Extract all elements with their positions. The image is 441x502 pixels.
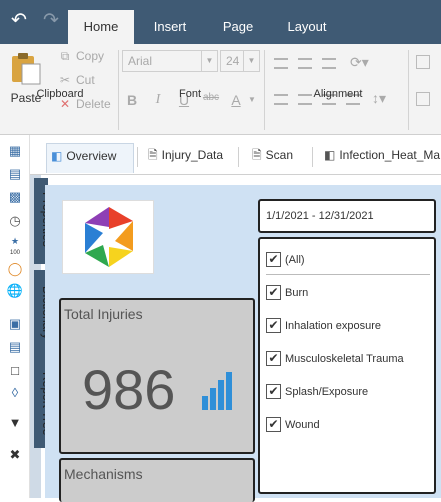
page-icon: ◧ bbox=[324, 148, 336, 162]
shape-icon[interactable]: □ bbox=[6, 362, 24, 380]
page-icon: ◧ bbox=[51, 149, 63, 163]
logo-icon bbox=[85, 207, 133, 267]
tab-home[interactable]: Home bbox=[68, 10, 134, 44]
checkbox[interactable]: ✔ bbox=[266, 285, 281, 300]
align-middle-icon[interactable] bbox=[298, 58, 312, 69]
page-icon: 🗎 bbox=[252, 148, 262, 162]
divider bbox=[118, 50, 119, 130]
indicator-icon[interactable]: ★ 100 bbox=[6, 236, 24, 256]
tab-overview[interactable]: ◧ Overview bbox=[46, 143, 134, 173]
redo-icon[interactable]: ↷ bbox=[40, 10, 62, 32]
tab-label: Injury_Data bbox=[161, 148, 224, 162]
chevron-down-icon: ▼ bbox=[243, 51, 259, 71]
cut-button[interactable]: ✂ Cut bbox=[58, 73, 95, 87]
tab-insert[interactable]: Insert bbox=[140, 10, 200, 44]
font-size-value: 24 bbox=[226, 54, 240, 68]
tools-icon[interactable]: ✖ bbox=[6, 446, 24, 464]
alignment-group-label: Alignment bbox=[313, 88, 363, 100]
font-name-select[interactable]: Arial ▼ bbox=[122, 50, 218, 72]
divider bbox=[238, 147, 239, 167]
tab-label: Scan bbox=[265, 148, 294, 162]
tab-label: Infection_Heat_Ma bbox=[339, 148, 441, 162]
tab-injury-data[interactable]: 🗎 Injury_Data bbox=[144, 143, 223, 173]
gauge-icon[interactable]: ◷ bbox=[6, 212, 24, 230]
chevron-down-icon[interactable]: ▼ bbox=[248, 95, 256, 104]
divider bbox=[408, 50, 409, 130]
rotate-icon[interactable]: ⟳▾ bbox=[350, 54, 369, 71]
mechanisms-title: Mechanisms bbox=[64, 466, 143, 482]
indicator-label: 100 bbox=[9, 250, 20, 256]
cut-label: Cut bbox=[76, 73, 95, 87]
divider bbox=[266, 274, 430, 275]
page-icon: 🗎 bbox=[148, 148, 158, 162]
checkbox[interactable]: ✔ bbox=[266, 318, 281, 333]
kpi-title: Total Injuries bbox=[64, 306, 143, 322]
copy-button[interactable]: ⧉ Copy bbox=[58, 49, 104, 64]
divider bbox=[312, 147, 313, 167]
checkbox[interactable]: ✔ bbox=[266, 384, 281, 399]
line-spacing-icon[interactable]: ↕▾ bbox=[372, 90, 386, 107]
filter-item-label: Musculoskeletal Trauma bbox=[285, 353, 404, 365]
kpi-value: 986 bbox=[82, 358, 176, 421]
signal-bars-icon bbox=[202, 372, 238, 410]
filter-icon[interactable]: ▼ bbox=[6, 414, 24, 432]
logo bbox=[62, 200, 154, 274]
border-icon[interactable] bbox=[416, 55, 430, 69]
date-range-filter[interactable]: 1/1/2021 - 12/31/2021 bbox=[258, 199, 436, 233]
checkbox[interactable]: ✔ bbox=[266, 351, 281, 366]
align-bottom-icon[interactable] bbox=[322, 58, 336, 69]
tab-infection-heat-map[interactable]: ◧ Infection_Heat_Ma bbox=[320, 143, 440, 173]
divider bbox=[264, 50, 265, 130]
tab-page[interactable]: Page bbox=[210, 10, 266, 44]
chart-icon[interactable]: ▩ bbox=[6, 188, 24, 206]
font-color-button[interactable]: A bbox=[228, 92, 244, 108]
tab-scan[interactable]: 🗎 Scan bbox=[248, 143, 293, 173]
font-size-select[interactable]: 24 ▼ bbox=[220, 50, 260, 72]
chevron-down-icon: ▼ bbox=[201, 51, 217, 71]
clipboard-group-label: Clipboard bbox=[36, 88, 84, 100]
copy-label: Copy bbox=[76, 49, 105, 63]
divider bbox=[137, 147, 138, 167]
map-icon[interactable]: 🌐 bbox=[6, 282, 24, 300]
font-name-value: Arial bbox=[128, 54, 153, 68]
cross-tab-icon[interactable]: ▤ bbox=[6, 165, 24, 183]
checkbox[interactable]: ✔ bbox=[266, 252, 281, 267]
panel-icon[interactable]: ◊ bbox=[6, 384, 24, 402]
tab-layout[interactable]: Layout bbox=[276, 10, 338, 44]
copy-icon: ⧉ bbox=[60, 49, 70, 63]
filter-item-label: Burn bbox=[285, 287, 309, 299]
image-icon[interactable]: ▣ bbox=[6, 315, 24, 333]
filter-item-label: Splash/Exposure bbox=[285, 386, 369, 398]
fill-icon[interactable] bbox=[416, 92, 430, 106]
cut-icon: ✂ bbox=[59, 73, 71, 87]
text-icon[interactable]: ▤ bbox=[6, 338, 24, 356]
bold-button[interactable]: B bbox=[124, 92, 140, 108]
table-icon[interactable]: ▦ bbox=[6, 142, 24, 160]
paste-icon bbox=[12, 53, 41, 85]
tab-label: Overview bbox=[66, 149, 117, 163]
checkbox[interactable]: ✔ bbox=[266, 417, 281, 432]
align-top-icon[interactable] bbox=[274, 58, 288, 69]
align-left-icon[interactable] bbox=[274, 94, 288, 105]
filter-item-label: (All) bbox=[285, 254, 305, 266]
filter-item-label: Wound bbox=[285, 419, 320, 431]
filter-item-label: Inhalation exposure bbox=[285, 320, 382, 332]
progress-icon[interactable]: ◯ bbox=[6, 260, 24, 278]
font-group-label: Font bbox=[178, 88, 201, 100]
undo-icon[interactable]: ↶ bbox=[8, 10, 30, 32]
italic-button[interactable]: I bbox=[150, 92, 166, 108]
paste-button[interactable]: Paste bbox=[8, 50, 44, 110]
